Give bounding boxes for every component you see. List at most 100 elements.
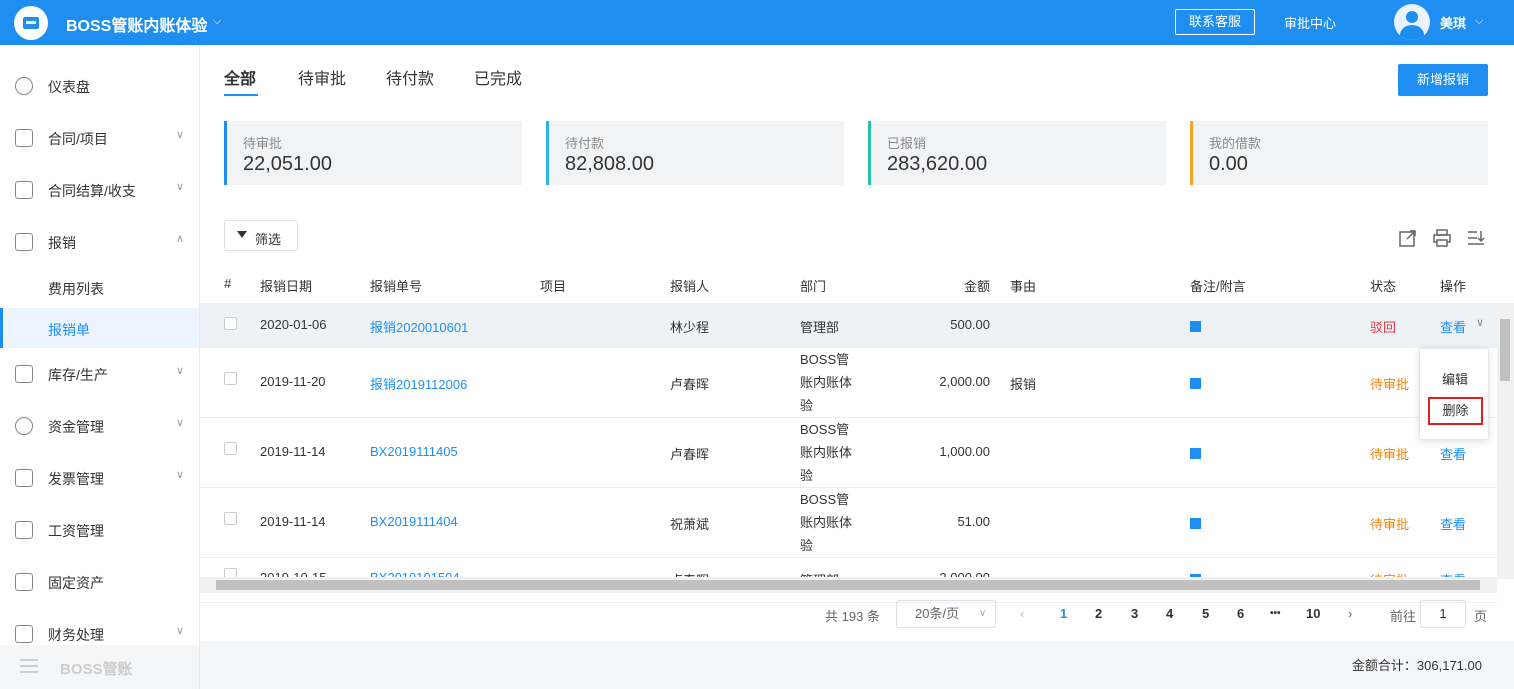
sidebar-item-inventory[interactable]: 库存/生产 ∨ xyxy=(0,349,199,399)
row-amount: 51.00 xyxy=(957,514,990,529)
print-icon[interactable] xyxy=(1432,228,1452,248)
row-number-link[interactable]: 报销2020010601 xyxy=(370,317,468,336)
row-number-link[interactable]: 报销2019112006 xyxy=(370,374,467,393)
view-link[interactable]: 查看 xyxy=(1440,444,1466,463)
sidebar-item-label: 工资管理 xyxy=(48,523,104,539)
row-checkbox[interactable] xyxy=(224,512,237,525)
page-number[interactable]: 5 xyxy=(1202,606,1209,621)
filter-icon xyxy=(237,231,247,238)
prev-page-icon[interactable]: ‹ xyxy=(1020,606,1024,621)
column-header[interactable]: 状态 xyxy=(1370,276,1396,295)
sidebar-item-dashboard[interactable]: 仪表盘 xyxy=(0,61,199,111)
column-header[interactable]: 事由 xyxy=(1010,276,1036,295)
row-checkbox[interactable] xyxy=(224,372,237,385)
status-badge: 待审批 xyxy=(1370,377,1410,392)
sidebar-item-contract[interactable]: 合同/项目 ∨ xyxy=(0,113,199,163)
table-row[interactable]: 2019-11-14 BX2019111404 祝萧斌 BOSS管账内账体验 5… xyxy=(200,488,1497,558)
row-date: 2019-11-14 xyxy=(260,514,326,529)
page-number[interactable]: 6 xyxy=(1237,606,1244,621)
sidebar-item-funds[interactable]: 资金管理 ∨ xyxy=(0,401,199,451)
tab-all[interactable]: 全部 xyxy=(224,65,256,89)
sidebar-item-settlement[interactable]: 合同结算/收支 ∨ xyxy=(0,165,199,215)
table-footer: 金额合计：306,171.00 xyxy=(200,641,1514,689)
page-ellipsis[interactable]: ••• xyxy=(1270,608,1281,619)
new-reimbursement-button[interactable]: 新增报销 xyxy=(1398,64,1488,96)
attachment-icon[interactable] xyxy=(1190,448,1201,459)
column-header[interactable]: 报销单号 xyxy=(370,276,422,295)
sidebar-item-label: 报销单 xyxy=(48,322,90,338)
column-settings-icon[interactable] xyxy=(1466,228,1486,248)
chevron-up-icon: ∧ xyxy=(176,233,185,245)
page-size-select[interactable]: 20条/页 ∨ xyxy=(896,600,996,628)
chevron-down-icon: ∨ xyxy=(979,608,987,619)
sidebar-item-reimburse[interactable]: 报销 ∧ xyxy=(0,217,199,267)
sidebar-item-label: 库存/生产 xyxy=(48,367,108,383)
sidebar-item-label: 财务处理 xyxy=(48,627,104,643)
collapse-menu-icon[interactable] xyxy=(20,659,38,673)
page-number[interactable]: 1 xyxy=(1060,606,1067,621)
page-number[interactable]: 10 xyxy=(1306,606,1320,621)
row-dept: BOSS管账内账体验 xyxy=(800,492,853,553)
card-title: 我的借款 xyxy=(1209,136,1262,151)
column-header[interactable]: 备注/附言 xyxy=(1190,276,1246,295)
row-number-link[interactable]: BX2019111404 xyxy=(370,514,458,529)
table-row[interactable]: 2019-11-14 BX2019111405 卢春晖 BOSS管账内账体验 1… xyxy=(200,418,1497,488)
store-logo-icon[interactable] xyxy=(14,6,48,40)
chevron-down-icon[interactable]: ⌵ xyxy=(213,15,221,28)
row-action-dropdown: 编辑 删除 xyxy=(1419,348,1489,440)
table-row[interactable]: 2020-01-06 报销2020010601 林少程 管理部 500.00 驳… xyxy=(200,303,1497,348)
user-name[interactable]: 美琪 xyxy=(1440,13,1466,32)
attachment-icon[interactable] xyxy=(1190,518,1201,529)
sidebar-item-assets[interactable]: 固定资产 xyxy=(0,557,199,607)
goto-page-input[interactable]: 1 xyxy=(1420,600,1466,628)
edit-menu-item[interactable]: 编辑 xyxy=(1420,369,1490,388)
column-header[interactable]: 报销人 xyxy=(670,276,709,295)
chevron-down-icon[interactable]: ∨ xyxy=(1476,316,1484,329)
sidebar-subitem-expense-list[interactable]: 费用列表 xyxy=(0,267,199,307)
filter-button[interactable]: 筛选 xyxy=(224,220,298,251)
page-number[interactable]: 2 xyxy=(1095,606,1102,621)
asset-icon xyxy=(15,573,33,591)
support-button[interactable]: 联系客服 xyxy=(1175,9,1255,35)
delete-menu-item[interactable]: 删除 xyxy=(1428,397,1483,425)
approval-center-link[interactable]: 审批中心 xyxy=(1284,13,1336,32)
column-header[interactable]: 报销日期 xyxy=(260,276,312,295)
attachment-icon[interactable] xyxy=(1190,378,1201,389)
row-number-link[interactable]: BX2019111405 xyxy=(370,444,458,459)
avatar[interactable] xyxy=(1394,4,1430,40)
sidebar-item-invoice[interactable]: 发票管理 ∨ xyxy=(0,453,199,503)
table-header: # 报销日期 报销单号 项目 报销人 部门 金额 事由 备注/附言 状态 操作 xyxy=(200,267,1514,303)
row-checkbox[interactable] xyxy=(224,317,237,330)
sidebar-item-salary[interactable]: 工资管理 xyxy=(0,505,199,555)
column-header: # xyxy=(224,276,232,291)
app-title[interactable]: BOSS管账内账体验 xyxy=(66,12,207,36)
tab-pending-payment[interactable]: 待付款 xyxy=(386,65,434,89)
vertical-scrollbar[interactable] xyxy=(1497,303,1514,579)
folder-icon xyxy=(15,129,33,147)
export-icon[interactable] xyxy=(1398,228,1418,248)
horizontal-scrollbar[interactable] xyxy=(200,577,1497,593)
table-row[interactable]: 2019-11-20 报销2019112006 卢春晖 BOSS管账内账体验 2… xyxy=(200,348,1497,418)
view-link[interactable]: 查看 xyxy=(1440,514,1466,533)
attachment-icon[interactable] xyxy=(1190,321,1201,332)
row-checkbox[interactable] xyxy=(224,442,237,455)
sidebar-subitem-reimburse-form[interactable]: 报销单 xyxy=(0,308,199,348)
sidebar-item-label: 合同结算/收支 xyxy=(48,183,136,199)
tab-completed[interactable]: 已完成 xyxy=(474,65,522,89)
pagination: 共 193 条 20条/页 ∨ ‹ 1 2 3 4 5 6 ••• 10 › 前… xyxy=(200,595,1514,635)
settlement-icon xyxy=(15,181,33,199)
sidebar-footer[interactable]: BOSS管账 xyxy=(0,645,199,689)
chevron-down-icon[interactable]: ⌵ xyxy=(1475,15,1483,28)
tab-pending-approval[interactable]: 待审批 xyxy=(298,65,346,89)
row-person: 祝萧斌 xyxy=(670,517,710,532)
page-number[interactable]: 4 xyxy=(1166,606,1173,621)
column-header[interactable]: 部门 xyxy=(800,276,826,295)
column-header[interactable]: 项目 xyxy=(540,276,566,295)
column-header[interactable]: 金额 xyxy=(964,276,990,295)
chevron-down-icon: ∨ xyxy=(176,417,185,429)
row-dept: 管理部 xyxy=(800,320,840,335)
card-value: 82,808.00 xyxy=(565,153,654,175)
view-link[interactable]: 查看 xyxy=(1440,317,1466,336)
page-number[interactable]: 3 xyxy=(1131,606,1138,621)
next-page-icon[interactable]: › xyxy=(1348,606,1352,621)
